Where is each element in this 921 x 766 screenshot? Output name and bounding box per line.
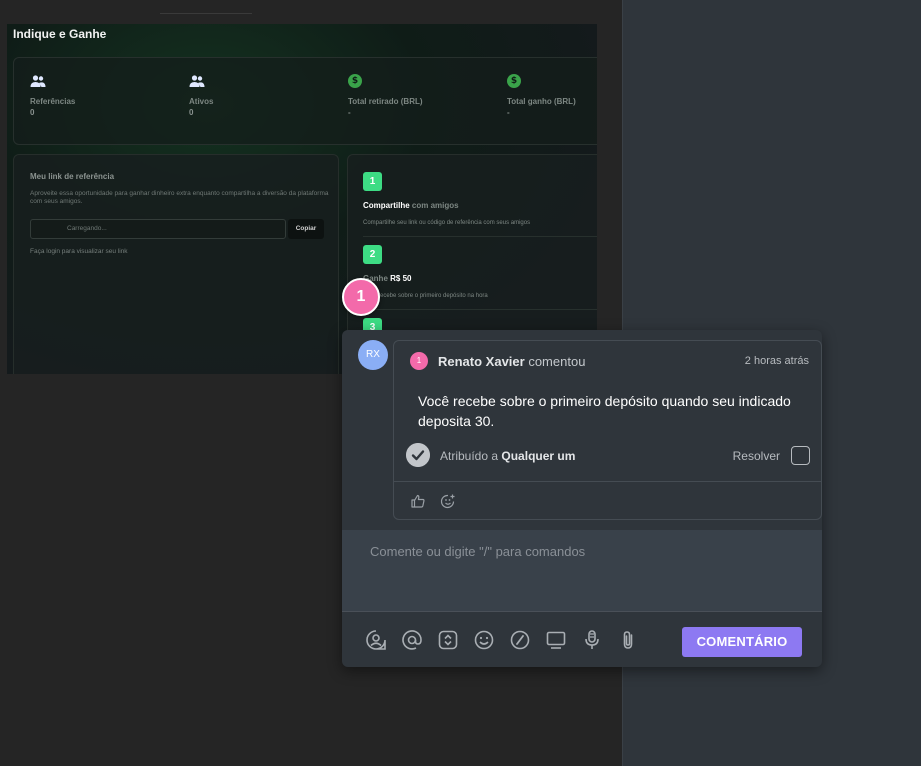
stat-label: Total retirado (BRL) xyxy=(348,97,423,106)
step-title-strong: Compartilhe xyxy=(363,201,410,210)
dollar-coin-icon: $ xyxy=(507,74,521,88)
mention-user-icon[interactable] xyxy=(365,629,387,651)
login-note: Faça login para visualizar seu link xyxy=(30,248,128,255)
step-divider xyxy=(363,236,597,237)
author-action: comentou xyxy=(528,354,586,369)
comment-input-placeholder: Comente ou digite "/" para comandos xyxy=(370,544,586,559)
step-description: Compartilhe seu link ou código de referê… xyxy=(363,220,531,226)
step-divider xyxy=(363,309,597,310)
screenshot-icon[interactable] xyxy=(437,629,459,651)
page-title: Indique e Ganhe xyxy=(13,27,107,41)
slash-command-icon[interactable] xyxy=(509,629,531,651)
stat-ativos: Ativos 0 xyxy=(189,74,339,117)
assigned-prefix: Atribuído a xyxy=(440,449,499,463)
step-number-badge: 1 xyxy=(363,172,382,191)
stat-referencias: Referências 0 xyxy=(30,74,180,117)
attachment-icon[interactable] xyxy=(617,629,639,651)
stat-value: 0 xyxy=(189,108,194,117)
assignment-text: Atribuído a Qualquer um xyxy=(440,449,575,463)
avatar: RX xyxy=(358,340,388,370)
step-title: Compartilhe com amigos xyxy=(363,201,459,210)
comment-pin[interactable]: 1 xyxy=(342,278,380,316)
users-icon xyxy=(30,75,46,87)
assignment-row: Atribuído a Qualquer um Resolver xyxy=(406,443,810,469)
stats-card: Referências 0 Ativos 0 $ Total retirado … xyxy=(13,57,597,145)
comment-text: Você recebe sobre o primeiro depósito qu… xyxy=(418,393,791,429)
at-icon[interactable] xyxy=(401,629,423,651)
referral-link-card: Meu link de referência Aproveite essa op… xyxy=(13,154,339,374)
users-icon xyxy=(189,75,205,87)
step-title-muted: com amigos xyxy=(411,201,459,210)
stat-value: - xyxy=(507,108,510,117)
stat-value: - xyxy=(348,108,351,117)
referral-page-preview: Indique e Ganhe Referências 0 Ativos 0 $… xyxy=(7,24,597,374)
thumbs-up-icon[interactable] xyxy=(410,493,426,509)
check-circle-icon xyxy=(406,443,430,467)
screen-record-icon[interactable] xyxy=(545,629,567,651)
comment-author-line: Renato Xavier comentou xyxy=(438,354,585,369)
resolve-label: Resolver xyxy=(732,449,780,463)
comment-input[interactable]: Comente ou digite "/" para comandos xyxy=(342,530,822,612)
step-title-strong: R$ 50 xyxy=(390,274,412,283)
stat-value: 0 xyxy=(30,108,35,117)
emoji-icon[interactable] xyxy=(473,629,495,651)
comment-thread-panel: RX 1 Renato Xavier comentou 2 horas atrá… xyxy=(342,330,822,667)
copy-button[interactable]: Copiar xyxy=(288,219,324,239)
top-divider xyxy=(160,13,252,14)
comment-timestamp: 2 horas atrás xyxy=(744,355,809,367)
comment-card: 1 Renato Xavier comentou 2 horas atrás V… xyxy=(393,340,822,520)
add-emoji-icon[interactable] xyxy=(440,493,456,509)
stat-total-ganho: $ Total ganho (BRL) - xyxy=(507,74,597,117)
stat-total-retirado: $ Total retirado (BRL) - xyxy=(348,74,498,117)
dollar-coin-icon: $ xyxy=(348,74,362,88)
microphone-icon[interactable] xyxy=(581,629,603,651)
assignee-select[interactable]: Qualquer um xyxy=(501,449,575,463)
referral-title: Meu link de referência xyxy=(30,172,115,181)
step-number-badge: 2 xyxy=(363,245,382,264)
card-divider xyxy=(394,481,821,482)
referral-link-input[interactable]: Carregando... xyxy=(30,219,286,239)
step-description: Você recebe sobre o primeiro depósito na… xyxy=(363,293,488,299)
stat-label: Total ganho (BRL) xyxy=(507,97,576,106)
referral-description: Aproveite essa oportunidade para ganhar … xyxy=(30,190,329,205)
resolve-checkbox[interactable] xyxy=(791,446,810,465)
comment-pin-badge: 1 xyxy=(410,352,428,370)
submit-comment-button[interactable]: COMENTÁRIO xyxy=(682,627,802,657)
stat-label: Ativos xyxy=(189,97,214,106)
stat-label: Referências xyxy=(30,97,76,106)
author-name[interactable]: Renato Xavier xyxy=(438,354,525,369)
